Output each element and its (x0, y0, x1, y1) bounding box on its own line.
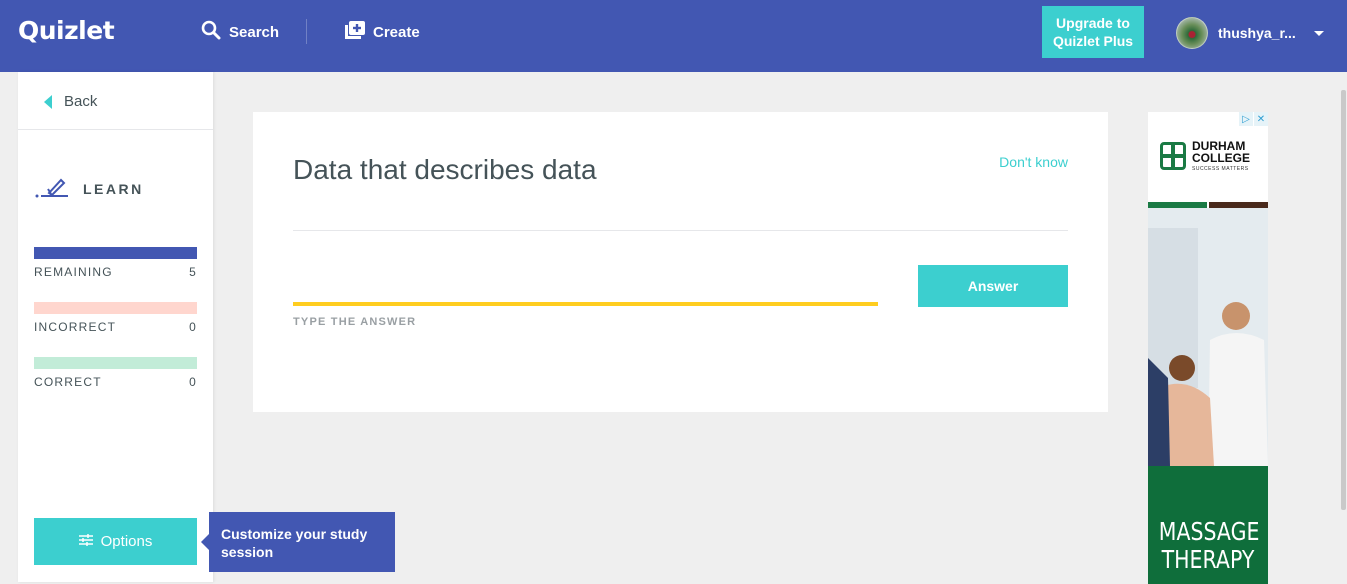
remaining-stat: REMAINING 5 (34, 247, 197, 279)
correct-label: CORRECT (34, 375, 102, 389)
advertisement-banner[interactable]: ▷ ✕ DURHAM COLLEGE SUCCESS MATTERS MASSA… (1148, 112, 1268, 584)
correct-progress-bar (34, 357, 197, 369)
question-prompt: Data that describes data (293, 154, 597, 185)
correct-count: 0 (189, 375, 197, 389)
options-label: Options (100, 533, 153, 550)
chevron-down-icon (1313, 30, 1324, 36)
create-label: Create (373, 23, 420, 41)
upgrade-button[interactable]: Upgrade to Quizlet Plus (1042, 6, 1144, 58)
nav-divider (306, 19, 307, 44)
create-button[interactable]: Create (345, 20, 420, 44)
search-icon (201, 20, 221, 44)
create-set-icon (345, 21, 365, 43)
ad-close-icon[interactable]: ✕ (1254, 112, 1268, 126)
incorrect-label: INCORRECT (34, 320, 117, 334)
search-button[interactable]: Search (201, 20, 279, 44)
back-button[interactable]: Back (44, 93, 97, 110)
incorrect-count: 0 (189, 320, 197, 334)
sliders-icon (78, 533, 93, 550)
ad-headline-line1: MASSAGE (1158, 517, 1260, 546)
ad-headline: MASSAGE THERAPY (1148, 466, 1268, 584)
ad-info-icon[interactable]: ▷ (1239, 112, 1253, 126)
incorrect-progress-bar (34, 302, 197, 314)
answer-button[interactable]: Answer (918, 265, 1068, 307)
question-card: Data that describes data Don't know TYPE… (253, 112, 1108, 412)
back-arrow-icon (44, 94, 52, 109)
correct-stat: CORRECT 0 (34, 357, 197, 389)
study-mode-title: LEARN (35, 175, 144, 202)
scrollbar-thumb[interactable] (1341, 90, 1346, 510)
top-navigation-bar: Quizlet Search Create Upgrade to Quizlet… (0, 0, 1347, 72)
learn-sidebar: Back LEARN REMAINING 5 INCORRECT 0 CORRE… (18, 72, 213, 582)
ad-tagline: SUCCESS MATTERS (1192, 166, 1249, 172)
learn-pen-icon (35, 175, 69, 202)
user-menu[interactable]: thushya_r... (1176, 17, 1324, 49)
mode-label: LEARN (83, 180, 144, 197)
ad-headline-line2: THERAPY (1161, 545, 1255, 574)
answer-input[interactable] (293, 262, 878, 306)
answer-input-label: TYPE THE ANSWER (293, 316, 417, 328)
ad-brand-line2: COLLEGE (1192, 151, 1251, 165)
ad-college-logo: DURHAM COLLEGE SUCCESS MATTERS (1160, 140, 1250, 172)
card-divider (293, 230, 1068, 231)
quizlet-logo[interactable]: Quizlet (18, 16, 115, 45)
ad-choices[interactable]: ▷ ✕ (1239, 112, 1268, 126)
options-tooltip: Customize your study session (201, 512, 395, 572)
incorrect-stat: INCORRECT 0 (34, 302, 197, 334)
dont-know-link[interactable]: Don't know (999, 154, 1068, 170)
remaining-progress-bar (34, 247, 197, 259)
avatar (1176, 17, 1208, 49)
remaining-label: REMAINING (34, 265, 113, 279)
page-scrollbar[interactable] (1340, 72, 1347, 584)
back-label: Back (64, 93, 98, 110)
remaining-count: 5 (189, 265, 197, 279)
sidebar-divider (18, 129, 213, 130)
username: thushya_r... (1218, 25, 1296, 41)
search-label: Search (229, 23, 280, 41)
ad-massage-photo (1148, 208, 1268, 466)
options-button[interactable]: Options (34, 518, 197, 565)
college-crest-icon (1160, 142, 1186, 170)
